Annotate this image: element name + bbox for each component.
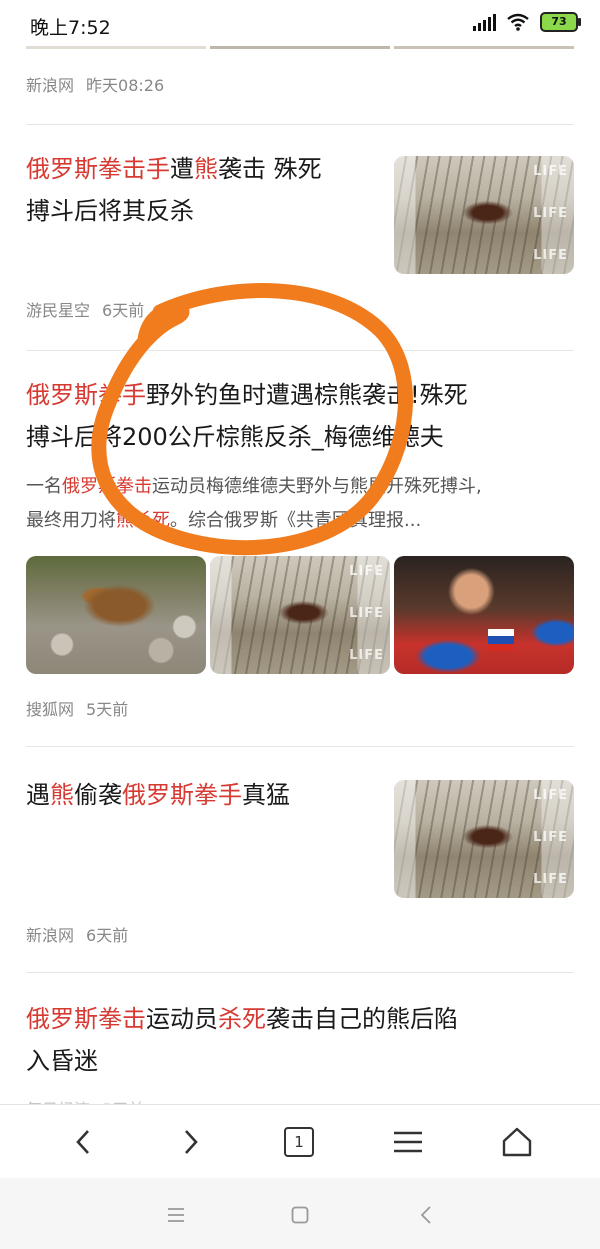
home-system-button[interactable]: [283, 1198, 317, 1232]
source-label: 新浪网: [26, 926, 75, 945]
divider: [26, 972, 574, 973]
title-text: 真猛: [242, 781, 290, 809]
desc-text: 一名: [26, 476, 62, 497]
watermark-text: LIFE: [533, 788, 568, 803]
signal-icon: [473, 13, 496, 31]
source-label: 搜狐网: [26, 700, 75, 719]
title-text: 偷袭: [74, 781, 122, 809]
news-title[interactable]: 遇熊偷袭俄罗斯拳手真猛: [26, 774, 386, 816]
title-highlight: 熊: [194, 155, 218, 183]
previous-item-images-remnant: [0, 44, 600, 52]
title-highlight: 杀死: [218, 1005, 266, 1033]
divider: [26, 746, 574, 747]
divider: [26, 124, 574, 125]
status-bar: 晚上7:52 73: [0, 0, 600, 50]
time-label: 6天前: [102, 301, 145, 320]
desc-highlight: 俄罗斯拳击: [62, 476, 152, 497]
news-title[interactable]: 俄罗斯拳手野外钓鱼时遭遇棕熊袭击!殊死搏斗后将200公斤棕熊反杀_梅德维德夫: [26, 374, 586, 458]
desc-text: 。综合俄罗斯《共青团真理报...: [170, 510, 422, 531]
chevron-right-icon: [185, 1130, 198, 1154]
time-label: 昨天08:26: [86, 76, 165, 95]
title-text: 遭: [170, 155, 194, 183]
bear-photo[interactable]: [26, 556, 206, 674]
title-text: 搏斗后将200公斤棕熊反杀_梅德维德夫: [26, 423, 444, 451]
title-text: 遇: [26, 781, 50, 809]
home-icon: [502, 1127, 532, 1157]
forward-button[interactable]: [168, 1119, 214, 1165]
title-highlight: 熊: [50, 781, 74, 809]
title-text: 搏斗后将其反杀: [26, 197, 194, 225]
home-button[interactable]: [494, 1119, 540, 1165]
news-description: 一名俄罗斯拳击运动员梅德维德夫野外与熊展开殊死搏斗, 最终用刀将熊杀死。综合俄罗斯…: [26, 470, 586, 538]
watermark-text: LIFE: [349, 564, 384, 579]
time-label: 6天前: [86, 926, 129, 945]
tabs-button[interactable]: 1: [276, 1119, 322, 1165]
news-thumbnail[interactable]: LIFE LIFE LIFE: [394, 156, 574, 274]
title-highlight: 俄罗斯拳击手: [26, 155, 170, 183]
watermark-text: LIFE: [533, 164, 568, 179]
desc-text: 运动员梅德维德夫野外与熊展开殊死搏斗,: [152, 476, 482, 497]
watermark-text: LIFE: [349, 606, 384, 621]
title-text: 袭击 殊死: [218, 155, 322, 183]
wifi-icon: [507, 13, 529, 31]
russian-flag-icon: [487, 629, 514, 652]
square-icon: [291, 1206, 309, 1224]
divider: [26, 350, 574, 351]
news-item-meta: 游民星空 6天前: [26, 297, 144, 321]
watermark-text: LIFE: [533, 206, 568, 221]
battery-icon: 73: [540, 12, 581, 32]
title-highlight: 俄罗斯拳击: [26, 1005, 146, 1033]
status-time: 晚上7:52: [30, 17, 111, 39]
title-text: 野外钓鱼时遭遇棕熊袭击!殊死: [146, 381, 468, 409]
watermark-text: LIFE: [533, 872, 568, 887]
boxer-photo[interactable]: [394, 556, 574, 674]
news-item-meta: 新浪网 昨天08:26: [26, 72, 164, 96]
recent-apps-button[interactable]: [159, 1198, 193, 1232]
source-label: 游民星空: [26, 301, 91, 320]
title-text: 袭击自己的熊后陷: [266, 1005, 458, 1033]
title-highlight: 俄罗斯拳手: [122, 781, 242, 809]
menu-icon: [394, 1131, 422, 1153]
source-label: 新浪网: [26, 76, 75, 95]
back-button[interactable]: [60, 1119, 106, 1165]
menu-button[interactable]: [385, 1119, 431, 1165]
status-icons: 73: [473, 12, 581, 32]
desc-text: 最终用刀将: [26, 510, 116, 531]
news-title[interactable]: 俄罗斯拳击手遭熊袭击 殊死 搏斗后将其反杀: [26, 148, 386, 232]
back-system-button[interactable]: [409, 1198, 443, 1232]
time-label: 5天前: [86, 700, 129, 719]
news-thumbnail[interactable]: LIFE LIFE LIFE: [394, 780, 574, 898]
chevron-left-icon: [76, 1130, 89, 1154]
desc-highlight: 熊杀死: [116, 510, 170, 531]
title-text: 运动员: [146, 1005, 218, 1033]
title-text: 入昏迷: [26, 1047, 98, 1075]
system-navigation-bar: [0, 1178, 600, 1249]
title-highlight: 俄罗斯拳手: [26, 381, 146, 409]
browser-toolbar: 1: [0, 1104, 600, 1179]
news-item-meta: 搜狐网 5天前: [26, 696, 128, 720]
menu-icon: [168, 1208, 184, 1222]
tab-count: 1: [284, 1127, 314, 1157]
back-icon: [420, 1206, 431, 1224]
watermark-text: LIFE: [533, 830, 568, 845]
watermark-text: LIFE: [349, 648, 384, 663]
news-title[interactable]: 俄罗斯拳击运动员杀死袭击自己的熊后陷入昏迷: [26, 998, 586, 1082]
watermark-text: LIFE: [533, 248, 568, 263]
news-item-meta: 新浪网 6天前: [26, 922, 128, 946]
forest-bear-photo[interactable]: LIFE LIFE LIFE: [210, 556, 390, 674]
